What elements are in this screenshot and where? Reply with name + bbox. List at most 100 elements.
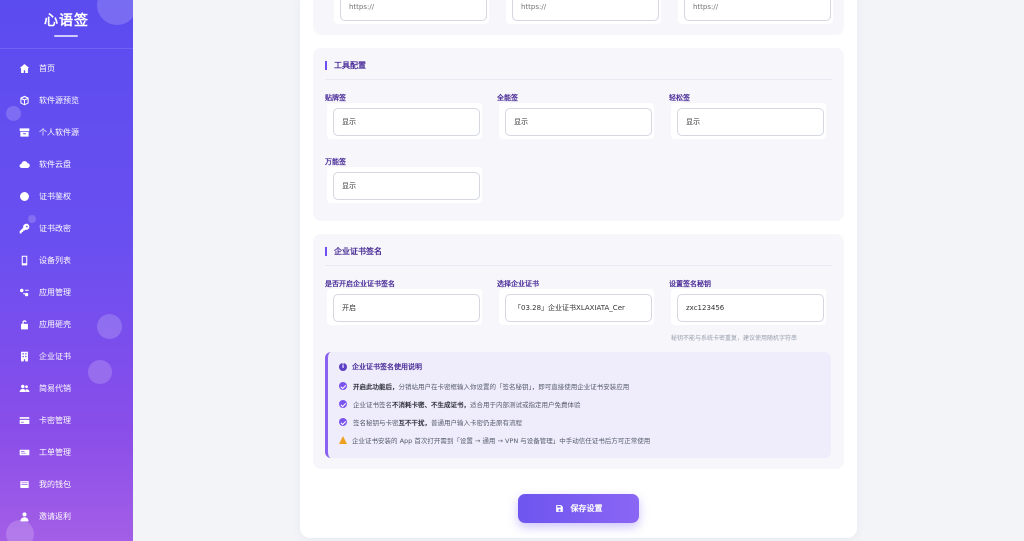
wallet-icon — [20, 480, 29, 488]
section-divider — [325, 265, 832, 266]
sidebar: 心语签 首页 软件源预览 个人软件源 软件云盘 证书鉴权 证书改密 设备列表 应… — [0, 0, 133, 541]
sidebar-item-cloud-drive[interactable]: 软件云盘 — [0, 148, 133, 180]
section-title: 工具配置 — [325, 61, 366, 70]
archive-icon — [19, 127, 30, 137]
sidebar-item-source-preview[interactable]: 软件源预览 — [0, 84, 133, 116]
building-icon — [21, 351, 28, 361]
sign-key-input[interactable]: zxc123456 — [677, 294, 824, 322]
sidebar-item-device-list[interactable]: 设备列表 — [0, 244, 133, 276]
sidebar-item-cert-password[interactable]: 证书改密 — [0, 212, 133, 244]
sidebar-item-label: 工单管理 — [39, 447, 71, 457]
enable-enterprise-select[interactable]: 开启 — [333, 294, 480, 322]
check-circle-icon — [339, 400, 347, 408]
field-box — [334, 0, 489, 24]
quanneng-select[interactable]: 显示 — [505, 108, 652, 136]
home-icon — [19, 63, 30, 73]
sidebar-item-label: 软件源预览 — [39, 95, 79, 105]
key-hint: 秘钥不能与系统卡密重复，建议使用随机字符串 — [671, 335, 798, 342]
cube-icon — [20, 95, 29, 105]
field-box: zxc123456 — [671, 289, 826, 325]
settings-card: 工具配置 贴牌签 显示 全能签 显示 轻松签 显示 万能签 显示 企业证书签名 … — [300, 0, 857, 538]
sidebar-item-cert-auth[interactable]: 证书鉴权 — [0, 180, 133, 212]
sidebar-item-resale[interactable]: 简易代销 — [0, 372, 133, 404]
sidebar-item-label: 软件云盘 — [39, 159, 71, 169]
field-label: 万能签 — [325, 158, 346, 166]
url-input-3[interactable] — [684, 0, 831, 21]
field-label: 轻松签 — [669, 94, 690, 102]
tools-section: 工具配置 贴牌签 显示 全能签 显示 轻松签 显示 万能签 显示 — [313, 48, 844, 221]
qingsong-select[interactable]: 显示 — [677, 108, 824, 136]
sidebar-item-label: 个人软件源 — [39, 127, 79, 137]
sidebar-item-label: 企业证书 — [39, 351, 71, 361]
certificate-icon — [20, 191, 29, 201]
sidebar-item-label: 简易代销 — [39, 383, 71, 393]
note-text: 分销站用户在卡密框输入你设置的「签名秘钥」，即可直接使用企业证书安装应用 — [398, 383, 630, 391]
save-button[interactable]: 保存设置 — [518, 494, 639, 523]
sidebar-item-label: 应用砸壳 — [39, 319, 71, 329]
field-label: 贴牌签 — [325, 94, 346, 102]
sidebar-item-app-decrypt[interactable]: 应用砸壳 — [0, 308, 133, 340]
sidebar-item-label: 首页 — [39, 63, 55, 73]
note-text: 签名秘钥与卡密 — [353, 419, 399, 427]
usage-notes: i 企业证书签名使用说明 开启此功能后， 分销站用户在卡密框输入你设置的「签名秘… — [325, 352, 831, 458]
field-box: 「03.28」企业证书XLAXIATA_Cer — [499, 289, 654, 325]
ticket-icon — [19, 449, 30, 455]
note-bold: 开启此功能后， — [353, 383, 399, 391]
note-item: 企业证书签名 不消耗卡密、不生成证书， 适合用于内部测试或指定用户免费体验 — [339, 399, 581, 409]
field-box — [678, 0, 833, 24]
save-icon — [555, 505, 563, 512]
wanneng-select[interactable]: 显示 — [333, 172, 480, 200]
sidebar-item-card-management[interactable]: 卡密管理 — [0, 404, 133, 436]
sidebar-item-label: 应用管理 — [39, 287, 71, 297]
key-icon — [19, 223, 30, 233]
note-text: 普通用户输入卡密仍走原有流程 — [431, 419, 522, 427]
enterprise-section: 企业证书签名 是否开启企业证书签名 开启 选择企业证书 「03.28」企业证书X… — [313, 234, 844, 469]
check-circle-icon — [339, 418, 347, 426]
field-label: 是否开启企业证书签名 — [325, 280, 395, 288]
section-title: 企业证书签名 — [325, 247, 382, 256]
warning-icon — [339, 436, 347, 444]
note-bold: 互不干扰， — [398, 419, 432, 427]
sidebar-item-home[interactable]: 首页 — [0, 52, 133, 84]
tieqian-select[interactable]: 显示 — [333, 108, 480, 136]
note-item: 开启此功能后， 分销站用户在卡密框输入你设置的「签名秘钥」，即可直接使用企业证书… — [339, 381, 629, 391]
url-input-1[interactable] — [340, 0, 487, 21]
sidebar-item-label: 邀请返利 — [39, 511, 71, 521]
sidebar-item-app-management[interactable]: 应用管理 — [0, 276, 133, 308]
credit-card-icon — [19, 416, 30, 424]
sidebar-item-label: 设备列表 — [39, 255, 71, 265]
sidebar-item-ticket-management[interactable]: 工单管理 — [0, 436, 133, 468]
sidebar-item-label: 我的钱包 — [39, 479, 71, 489]
url-input-2[interactable] — [512, 0, 659, 21]
field-box — [506, 0, 661, 24]
info-icon: i — [339, 363, 347, 371]
sidebar-nav: 首页 软件源预览 个人软件源 软件云盘 证书鉴权 证书改密 设备列表 应用管理 — [0, 52, 133, 532]
sidebar-item-invite-rebate[interactable]: 邀请返利 — [0, 500, 133, 532]
sidebar-item-wallet[interactable]: 我的钱包 — [0, 468, 133, 500]
user-plus-icon — [20, 511, 29, 521]
note-item: 签名秘钥与卡密 互不干扰， 普通用户输入卡密仍走原有流程 — [339, 417, 522, 427]
app-logo[interactable]: 心语签 — [0, 10, 133, 30]
sidebar-item-enterprise-cert[interactable]: 企业证书 — [0, 340, 133, 372]
sidebar-item-label: 证书鉴权 — [39, 191, 71, 201]
field-label: 全能签 — [497, 94, 518, 102]
cloud-icon — [19, 160, 30, 168]
note-text: 适合用于内部测试或指定用户免费体验 — [470, 401, 581, 409]
field-label: 选择企业证书 — [497, 280, 539, 288]
section-divider — [325, 79, 832, 80]
notes-title: i 企业证书签名使用说明 — [339, 362, 422, 372]
apps-icon — [20, 288, 29, 296]
url-settings-section — [313, 0, 844, 35]
field-box: 显示 — [327, 167, 482, 203]
field-box: 开启 — [327, 289, 482, 325]
field-box: 显示 — [499, 103, 654, 139]
note-bold: 不消耗卡密、不生成证书， — [392, 401, 470, 409]
note-text: 企业证书签名 — [353, 401, 392, 409]
sidebar-item-personal-source[interactable]: 个人软件源 — [0, 116, 133, 148]
cert-select[interactable]: 「03.28」企业证书XLAXIATA_Cer — [505, 294, 652, 322]
logo-underline — [54, 35, 78, 37]
unlock-icon — [21, 319, 28, 329]
sidebar-item-label: 卡密管理 — [39, 415, 71, 425]
field-box: 显示 — [671, 103, 826, 139]
note-text: 企业证书安装的 App 首次打开需到「设置 → 通用 → VPN 与设备管理」中… — [352, 437, 651, 445]
